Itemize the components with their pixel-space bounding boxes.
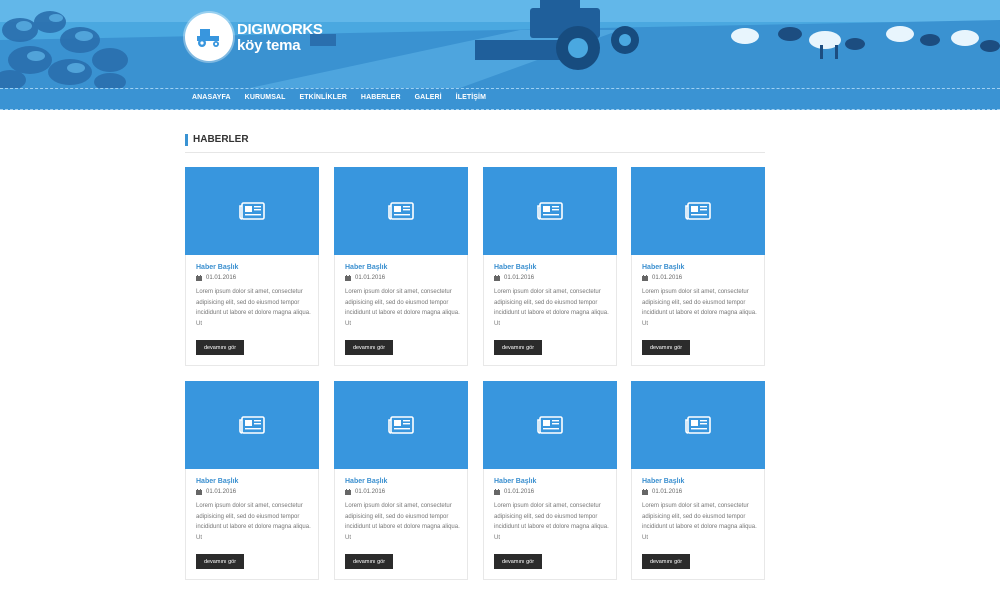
newspaper-icon [388,416,414,434]
news-date: 01.01.2016 [494,275,534,281]
news-excerpt: Lorem ipsum dolor sit amet, consectetur … [494,503,609,541]
news-card: Haber Başlık 01.01.2016 Lorem ipsum dolo… [483,167,617,366]
news-date: 01.01.2016 [345,489,385,495]
news-date-text: 01.01.2016 [504,489,535,495]
newspaper-icon [388,202,414,220]
read-more-button[interactable]: devamını gör [196,340,244,355]
nav-item-iletisim[interactable]: İLETİŞİM [456,94,486,101]
news-card: Haber Başlık 01.01.2016 Lorem ipsum dolo… [185,167,319,366]
nav-item-haberler[interactable]: HABERLER [361,94,401,101]
calendar-icon [345,489,351,495]
logo-text: DIGIWORKS köy tema [237,22,323,53]
news-excerpt: Lorem ipsum dolor sit amet, consectetur … [196,503,311,541]
news-title[interactable]: Haber Başlık [196,264,238,271]
read-more-button[interactable]: devamını gör [494,554,542,569]
news-title[interactable]: Haber Başlık [642,264,684,271]
newspaper-icon [685,202,711,220]
news-date: 01.01.2016 [196,489,236,495]
nav-item-etkinlikler[interactable]: ETKİNLİKLER [300,94,347,101]
news-date: 01.01.2016 [642,489,682,495]
tractor-icon [185,13,233,61]
news-card: Haber Başlık 01.01.2016 Lorem ipsum dolo… [631,167,765,366]
news-date: 01.01.2016 [642,275,682,281]
logo-line1: DIGIWORKS [237,20,323,38]
calendar-icon [196,275,202,281]
news-title[interactable]: Haber Başlık [494,478,536,485]
news-excerpt: Lorem ipsum dolor sit amet, consectetur … [345,503,460,541]
calendar-icon [642,489,648,495]
news-excerpt: Lorem ipsum dolor sit amet, consectetur … [345,289,460,327]
news-date-text: 01.01.2016 [504,275,535,281]
news-date: 01.01.2016 [494,489,534,495]
news-title[interactable]: Haber Başlık [196,478,238,485]
news-thumbnail[interactable] [631,167,765,255]
nav-item-anasayfa[interactable]: ANASAYFA [192,94,231,101]
read-more-button[interactable]: devamını gör [345,340,393,355]
read-more-button[interactable]: devamını gör [642,554,690,569]
news-excerpt: Lorem ipsum dolor sit amet, consectetur … [642,503,757,541]
news-title[interactable]: Haber Başlık [494,264,536,271]
newspaper-icon [537,202,563,220]
news-excerpt: Lorem ipsum dolor sit amet, consectetur … [494,289,609,327]
newspaper-icon [239,416,265,434]
nav-item-kurumsal[interactable]: KURUMSAL [245,94,286,101]
newspaper-icon [239,202,265,220]
news-date-text: 01.01.2016 [206,489,237,495]
read-more-button[interactable]: devamını gör [345,554,393,569]
news-date-text: 01.01.2016 [355,275,386,281]
newspaper-icon [537,416,563,434]
news-card: Haber Başlık 01.01.2016 Lorem ipsum dolo… [185,381,319,580]
section-divider [185,152,765,153]
read-more-button[interactable]: devamını gör [494,340,542,355]
newspaper-icon [685,416,711,434]
read-more-button[interactable]: devamını gör [642,340,690,355]
news-thumbnail[interactable] [483,381,617,469]
news-thumbnail[interactable] [185,167,319,255]
news-card: Haber Başlık 01.01.2016 Lorem ipsum dolo… [631,381,765,580]
news-date: 01.01.2016 [345,275,385,281]
news-title[interactable]: Haber Başlık [642,478,684,485]
news-thumbnail[interactable] [631,381,765,469]
site-logo[interactable]: DIGIWORKS köy tema [185,13,323,61]
calendar-icon [494,275,500,281]
news-title[interactable]: Haber Başlık [345,264,387,271]
news-card: Haber Başlık 01.01.2016 Lorem ipsum dolo… [334,381,468,580]
nav-item-galeri[interactable]: GALERİ [415,94,442,101]
calendar-icon [196,489,202,495]
news-date-text: 01.01.2016 [355,489,386,495]
news-card: Haber Başlık 01.01.2016 Lorem ipsum dolo… [334,167,468,366]
nav-list: ANASAYFA KURUMSAL ETKİNLİKLER HABERLER G… [192,94,500,101]
section-title: HABERLER [185,134,249,146]
news-date-text: 01.01.2016 [652,489,683,495]
main-navigation: ANASAYFA KURUMSAL ETKİNLİKLER HABERLER G… [0,88,1000,110]
calendar-icon [345,275,351,281]
news-date-text: 01.01.2016 [652,275,683,281]
news-excerpt: Lorem ipsum dolor sit amet, consectetur … [196,289,311,327]
news-excerpt: Lorem ipsum dolor sit amet, consectetur … [642,289,757,327]
news-thumbnail[interactable] [334,381,468,469]
header-banner-image [0,0,1000,88]
news-title[interactable]: Haber Başlık [345,478,387,485]
news-thumbnail[interactable] [185,381,319,469]
news-thumbnail[interactable] [483,167,617,255]
news-thumbnail[interactable] [334,167,468,255]
calendar-icon [494,489,500,495]
site-header: DIGIWORKS köy tema [0,0,1000,88]
news-card: Haber Başlık 01.01.2016 Lorem ipsum dolo… [483,381,617,580]
calendar-icon [642,275,648,281]
news-date-text: 01.01.2016 [206,275,237,281]
read-more-button[interactable]: devamını gör [196,554,244,569]
news-date: 01.01.2016 [196,275,236,281]
logo-line2: köy tema [237,36,301,54]
